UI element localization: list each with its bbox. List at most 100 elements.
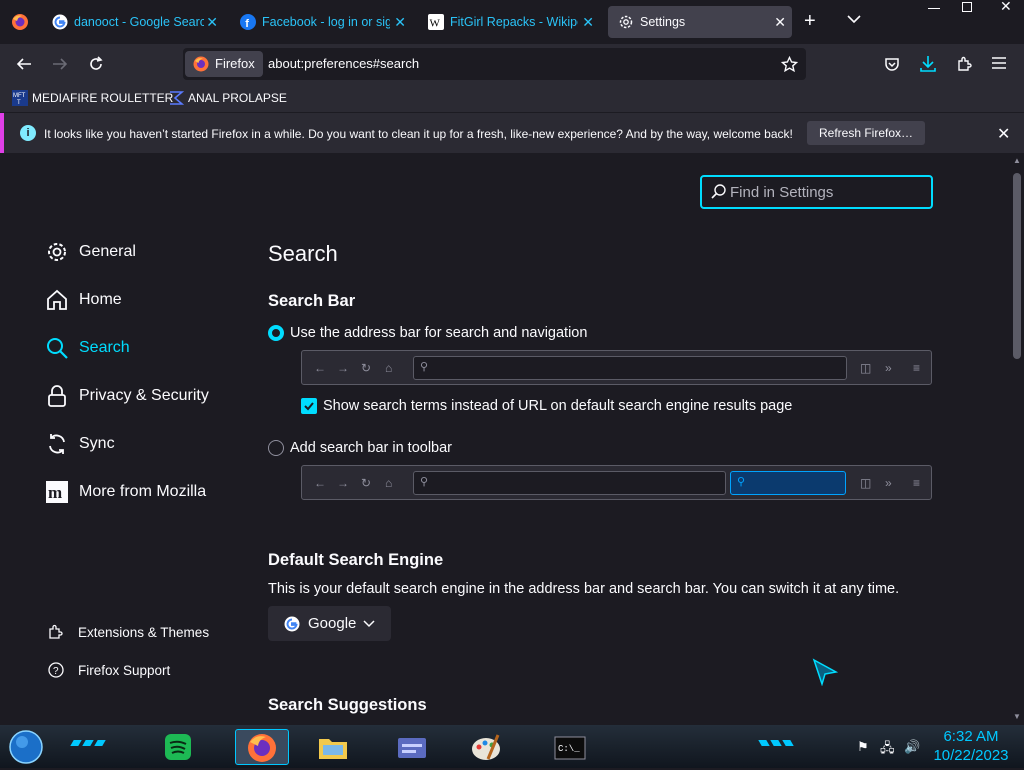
radio-button-selected[interactable] xyxy=(268,325,284,341)
category-label: Privacy & Security xyxy=(79,387,209,404)
default-engine-dropdown[interactable]: Google xyxy=(268,606,392,641)
clock[interactable]: 6:32 AM 10/22/2023 xyxy=(930,727,1012,765)
category-home[interactable]: Home xyxy=(45,285,122,315)
minimize-button[interactable] xyxy=(928,8,940,9)
identity-label: Firefox xyxy=(215,56,255,71)
tab-wikipedia[interactable]: W FitGirl Repacks - Wikipedia ✕ xyxy=(428,6,600,38)
volume-icon[interactable]: 🔊 xyxy=(904,739,920,755)
firefox-icon xyxy=(248,734,276,762)
radio-button-unselected[interactable] xyxy=(268,440,284,456)
google-icon xyxy=(284,616,300,631)
category-privacy[interactable]: Privacy & Security xyxy=(45,381,209,411)
radio-label: Use the address bar for search and navig… xyxy=(290,325,588,341)
identity-box[interactable]: Firefox xyxy=(185,51,263,77)
url-text[interactable]: about:preferences#search xyxy=(268,56,419,71)
flag-icon[interactable]: ⚑ xyxy=(857,739,869,755)
scrollbar[interactable]: ▲ ▼ xyxy=(1010,153,1024,725)
url-bar[interactable]: Firefox about:preferences#search xyxy=(183,48,806,80)
category-label: General xyxy=(79,243,136,260)
pocket-icon[interactable] xyxy=(884,56,900,72)
close-tab-icon[interactable]: ✕ xyxy=(582,14,594,31)
preview-searchbar: ⚲ xyxy=(730,471,846,495)
radio-label: Add search bar in toolbar xyxy=(290,440,453,456)
svg-text:MFT: MFT xyxy=(13,93,26,99)
notification-bar: i It looks like you haven’t started Fire… xyxy=(0,113,1024,153)
category-label: Home xyxy=(79,291,122,308)
svg-text:f: f xyxy=(245,18,249,30)
extensions-themes-link[interactable]: Extensions & Themes xyxy=(47,623,209,641)
scroll-up-icon[interactable]: ▲ xyxy=(1013,156,1021,165)
back-arrow-icon xyxy=(16,58,31,70)
forward-button[interactable] xyxy=(48,52,72,76)
gear-icon xyxy=(45,240,69,264)
mft-icon: MFTT xyxy=(12,90,28,106)
reload-icon: ↻ xyxy=(361,476,372,490)
close-icon[interactable]: ✕ xyxy=(997,124,1010,144)
taskbar-window[interactable] xyxy=(394,729,434,765)
back-button[interactable] xyxy=(12,52,36,76)
close-tab-icon[interactable]: ✕ xyxy=(774,14,786,31)
firefox-view-button[interactable] xyxy=(0,0,40,44)
close-tab-icon[interactable]: ✕ xyxy=(394,14,406,31)
category-label: Search xyxy=(79,339,130,356)
bookmark-prolapse[interactable]: ANAL PROLAPSE xyxy=(168,90,287,106)
checkbox-checked[interactable] xyxy=(301,398,317,414)
radio-use-address-bar[interactable]: Use the address bar for search and navig… xyxy=(268,325,587,341)
facebook-icon: f xyxy=(240,14,256,30)
download-icon[interactable] xyxy=(920,55,936,73)
firefox-icon xyxy=(193,56,209,72)
checkbox-show-search-terms[interactable]: Show search terms instead of URL on defa… xyxy=(301,398,792,414)
cursor-icon xyxy=(812,658,838,686)
taskbar-explorer[interactable] xyxy=(315,729,355,765)
back-arrow-icon: ← xyxy=(314,476,326,490)
tab-title: FitGirl Repacks - Wikipedia xyxy=(450,15,578,29)
close-window-button[interactable]: ✕ xyxy=(1000,0,1012,15)
category-more-mozilla[interactable]: m More from Mozilla xyxy=(45,477,206,507)
svg-text:?: ? xyxy=(53,666,59,677)
category-label: Sync xyxy=(79,435,115,452)
sigma-icon xyxy=(170,91,184,105)
svg-text:T: T xyxy=(17,100,21,106)
taskbar-spotify[interactable] xyxy=(160,729,200,765)
firefox-support-link[interactable]: ? Firefox Support xyxy=(47,661,170,679)
notification-message: It looks like you haven’t started Firefo… xyxy=(44,127,793,141)
maximize-button[interactable] xyxy=(962,2,972,12)
close-tab-icon[interactable]: ✕ xyxy=(206,14,218,31)
scroll-down-icon[interactable]: ▼ xyxy=(1013,712,1021,721)
spotify-icon xyxy=(165,734,191,760)
tab-google-search[interactable]: danooct - Google Search ✕ xyxy=(52,6,224,38)
taskbar-terminal[interactable]: C:\_ xyxy=(552,729,592,765)
svg-text:W: W xyxy=(430,18,441,30)
network-icon[interactable]: 🖧 xyxy=(880,739,895,761)
bookmark-mediafire[interactable]: MFT T MEDIAFIRE ROULETTER xyxy=(12,90,173,106)
extensions-icon[interactable] xyxy=(956,56,972,72)
category-search[interactable]: Search xyxy=(45,333,130,363)
taskbar-paint[interactable] xyxy=(468,729,508,765)
hamburger-menu-icon[interactable] xyxy=(992,57,1006,69)
tab-facebook[interactable]: f Facebook - log in or sign up ✕ xyxy=(240,6,412,38)
refresh-firefox-button[interactable]: Refresh Firefox… xyxy=(807,121,926,145)
nav-bar: Firefox about:preferences#search xyxy=(0,44,1024,84)
bookmark-label: MEDIAFIRE ROULETTER xyxy=(32,91,174,105)
home-icon: ⌂ xyxy=(385,361,393,375)
overflow-icon: » xyxy=(885,361,892,375)
new-tab-button[interactable]: + xyxy=(804,10,816,33)
forward-arrow-icon xyxy=(53,58,68,70)
star-icon[interactable] xyxy=(781,56,798,73)
search-suggestions-heading: Search Suggestions xyxy=(268,696,427,714)
find-in-settings[interactable] xyxy=(700,175,933,209)
list-all-tabs-button[interactable] xyxy=(846,12,862,30)
category-general[interactable]: General xyxy=(45,237,136,267)
category-sync[interactable]: Sync xyxy=(45,429,115,459)
scrollbar-thumb[interactable] xyxy=(1013,173,1021,359)
google-icon xyxy=(52,14,68,30)
taskbar-firefox[interactable] xyxy=(235,729,289,765)
tab-title: Facebook - log in or sign up xyxy=(262,15,390,29)
find-in-settings-input[interactable] xyxy=(730,181,925,203)
radio-add-search-bar[interactable]: Add search bar in toolbar xyxy=(268,440,452,456)
reload-button[interactable] xyxy=(84,52,108,76)
palette-icon xyxy=(472,734,500,760)
tab-settings[interactable]: Settings ✕ xyxy=(608,6,792,38)
start-button[interactable] xyxy=(8,729,44,765)
default-engine-heading: Default Search Engine xyxy=(268,551,444,569)
